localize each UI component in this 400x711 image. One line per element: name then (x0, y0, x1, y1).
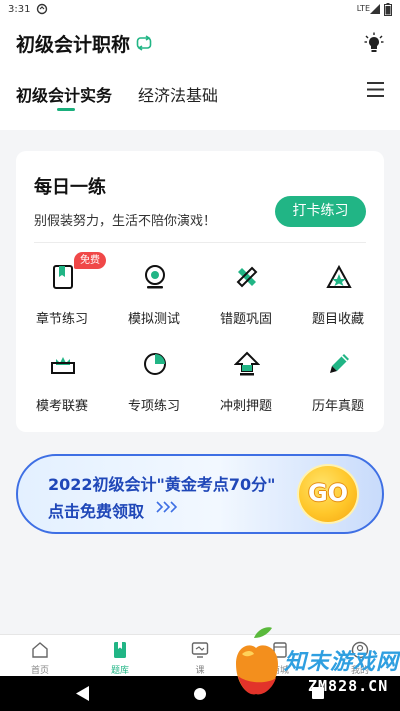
status-time: 3:31 (8, 4, 31, 15)
promo-banner[interactable]: 2022初级会计"黄金考点70分" 点击免费领取 GO (16, 454, 384, 534)
watermark-url: ZM828.CN (308, 677, 389, 695)
menu-icon[interactable] (367, 82, 384, 97)
grid-item-favorites[interactable]: 题目收藏 (292, 264, 384, 336)
header: 初级会计职称 初级会计实务 经济法基础 (0, 20, 400, 130)
pencil-cross-icon (236, 266, 258, 288)
go-label: GO (307, 479, 349, 507)
battery-icon (384, 3, 392, 16)
grid-label: 模考联赛 (35, 399, 88, 414)
banner-title: 2022初级会计"黄金考点70分" (48, 475, 276, 494)
star-triangle-icon (326, 264, 352, 288)
book-icon (53, 265, 73, 289)
grid-item-sprint-questions[interactable]: 冲刺押题 (200, 351, 292, 423)
watermark-site-name: 知末游戏网 (284, 650, 400, 675)
fruit-logo-icon (236, 627, 278, 695)
question-bank-icon (114, 642, 126, 658)
lightbulb-icon[interactable] (364, 32, 384, 54)
active-tab-indicator (57, 108, 75, 111)
free-badge: 免费 (74, 252, 106, 269)
watermark: 知末游戏网 ZM828.CN (228, 624, 400, 711)
tab-accounting-practice[interactable]: 初级会计实务 (16, 82, 112, 106)
nav-label: 首页 (30, 666, 49, 676)
nav-question-bank[interactable]: 题库 (80, 635, 160, 677)
course-icon (191, 642, 209, 658)
card-title: 每日一练 (34, 177, 106, 198)
daily-practice-card: 每日一练 别假装努力，生活不陪你演戏！ 打卡练习 章节练习 模拟测试 错题巩固 … (16, 151, 384, 432)
exam-title[interactable]: 初级会计职称 (16, 30, 130, 57)
crown-box-icon (51, 357, 75, 374)
signal-icon (370, 4, 380, 14)
go-badge[interactable]: GO (297, 464, 359, 524)
nav-label: 题库 (110, 666, 129, 676)
tab-economic-law[interactable]: 经济法基础 (138, 82, 218, 106)
back-icon[interactable] (76, 686, 90, 701)
pen-icon (330, 354, 349, 373)
banner-cta: 点击免费领取 (48, 502, 145, 521)
up-arrow-icon (234, 351, 260, 376)
nav-home[interactable]: 首页 (0, 635, 80, 677)
card-subtitle: 别假装努力，生活不陪你演戏！ (34, 214, 217, 229)
network-type: LTE (356, 4, 370, 13)
webcam-icon (145, 265, 165, 289)
grid-item-special-practice[interactable]: 专项练习 (108, 351, 200, 423)
grid-item-mock-league[interactable]: 模考联赛 (16, 351, 108, 423)
grid-item-mock-test[interactable]: 模拟测试 (108, 264, 200, 336)
grid-item-past-exams[interactable]: 历年真题 (292, 351, 384, 423)
chevrons-right-icon (156, 501, 178, 513)
grid-label: 题目收藏 (311, 312, 364, 327)
checkin-practice-button[interactable]: 打卡练习 (275, 196, 366, 227)
grid-item-wrong-questions[interactable]: 错题巩固 (200, 264, 292, 336)
grid-label: 历年真题 (311, 399, 364, 414)
grid-item-chapter-practice[interactable]: 章节练习 (16, 264, 108, 336)
grid-label: 冲刺押题 (219, 399, 272, 414)
home-icon (32, 642, 48, 658)
grid-label: 专项练习 (127, 399, 180, 414)
home-circle-icon[interactable] (194, 688, 206, 700)
pie-icon (144, 353, 166, 375)
grid-label: 章节练习 (35, 312, 88, 327)
switch-exam-icon[interactable] (136, 35, 152, 51)
status-bar: 3:31 LTE (0, 0, 400, 20)
grid-label: 错题巩固 (219, 312, 272, 327)
divider (34, 242, 366, 243)
grid-label: 模拟测试 (127, 312, 180, 327)
sync-status-icon (36, 3, 48, 15)
